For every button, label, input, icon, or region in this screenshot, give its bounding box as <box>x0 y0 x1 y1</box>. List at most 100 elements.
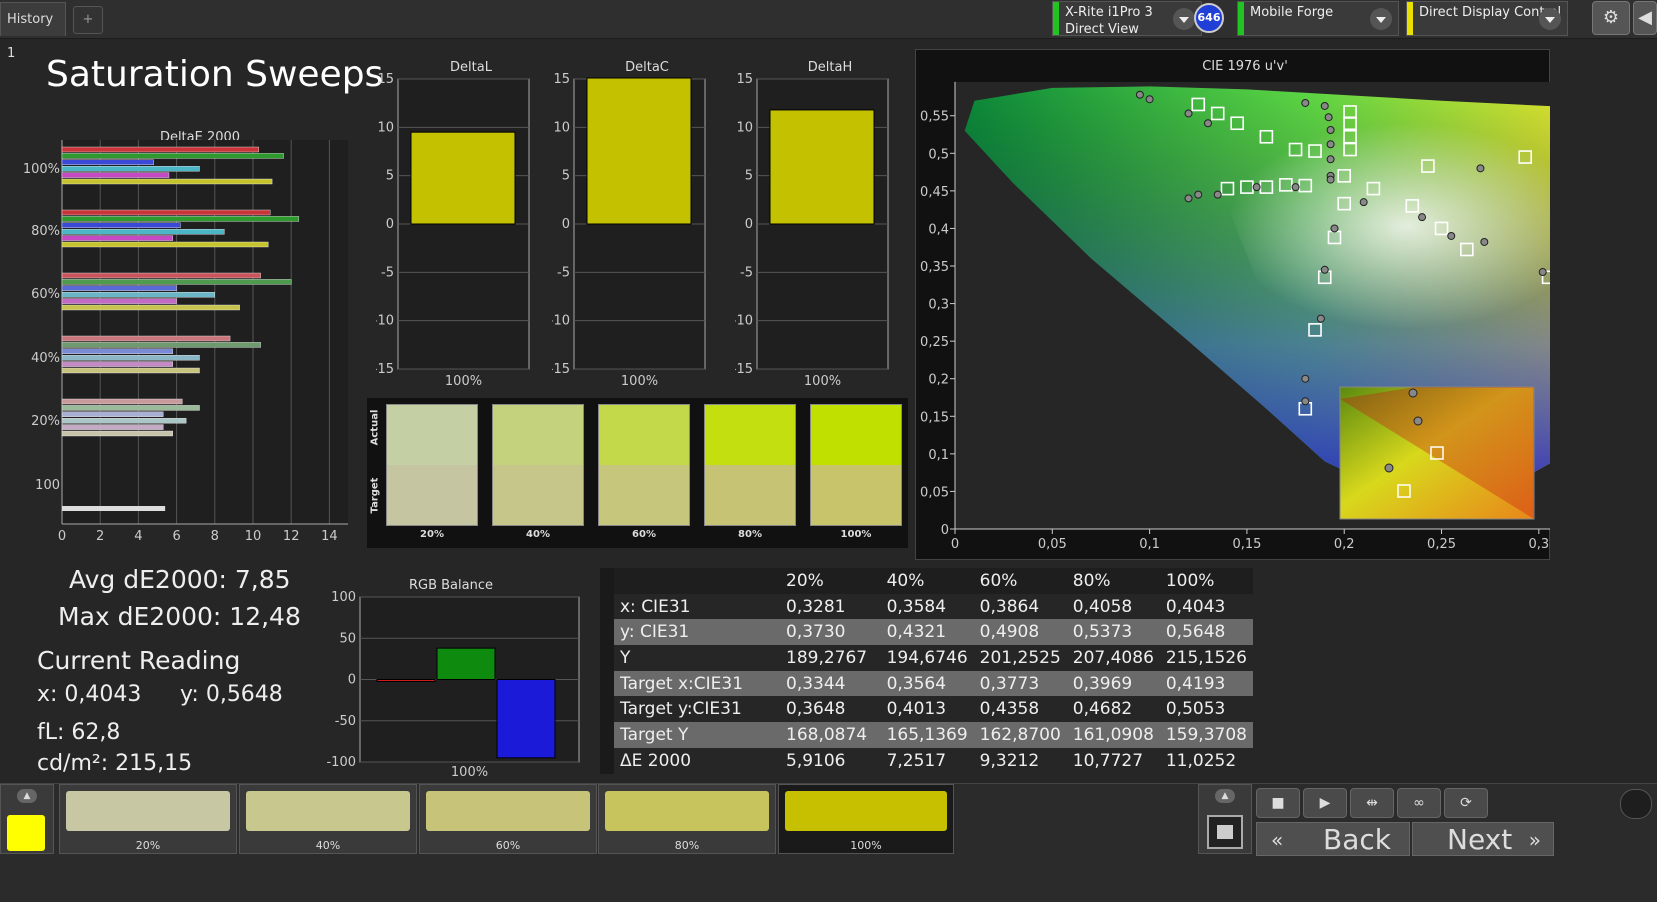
cie-chart: 0 0,05 0,1 0,15 0,2 0,25 0,3 0,35 0,4 0,45 0,5 0,55… <box>920 81 1550 552</box>
category-label: 100% <box>621 374 658 389</box>
x-tick-label: 0 <box>58 529 66 544</box>
patch-swatch[interactable]: 100% <box>778 784 954 854</box>
de-bar <box>61 209 271 216</box>
delta-bar <box>586 77 692 225</box>
table-cell: 194,6746 <box>880 645 974 671</box>
de-bar <box>61 272 261 279</box>
y-tick-label: 0 <box>348 673 356 688</box>
patch-label: 20% <box>135 839 161 852</box>
row-label: Target x:CIE31 <box>600 670 780 697</box>
y-tick-label: 0 <box>941 523 949 538</box>
table-cell: 7,2517 <box>880 747 974 774</box>
measured-point <box>1135 90 1144 99</box>
delta-bar <box>769 109 875 225</box>
y-tick-label: 5 <box>386 169 394 184</box>
loop-button[interactable]: ∞ <box>1397 788 1441 818</box>
profile-selector[interactable]: Mobile Forge <box>1237 1 1399 36</box>
table-cell: 168,0874 <box>780 722 881 748</box>
actual-label: Actual <box>369 409 381 446</box>
current-patch-panel: ▲ <box>0 784 54 854</box>
patch-color <box>66 791 230 831</box>
table-cell: 161,0908 <box>1066 722 1160 748</box>
y-tick-label: -10 <box>376 314 394 329</box>
table-cell: 5,9106 <box>780 747 881 774</box>
patch-color <box>785 791 947 831</box>
add-tab-button[interactable]: + <box>73 6 103 34</box>
profile-status-indicator <box>1238 2 1244 35</box>
step-button[interactable]: ⇹ <box>1350 788 1394 818</box>
next-label: Next <box>1447 823 1513 856</box>
luminance-cdm2: cd/m²: 215,15 <box>37 751 193 776</box>
display-control-selector[interactable]: Direct Display Control <box>1406 1 1568 36</box>
de-bar <box>61 430 173 437</box>
measured-point <box>1326 126 1335 135</box>
measured-point <box>1326 175 1335 184</box>
chevron-down-icon[interactable] <box>1173 8 1195 30</box>
x-tick-label: 2 <box>96 529 104 544</box>
table-cell: 0,4058 <box>1066 593 1160 620</box>
back-button[interactable]: « Back <box>1256 822 1410 856</box>
y-tick-label: 0 <box>386 217 394 232</box>
chevron-down-icon[interactable] <box>1370 8 1392 30</box>
patch-swatch[interactable]: 80% <box>598 784 776 854</box>
rgb-balance-chart: 100 50 0 -50 -100 100% <box>326 590 580 780</box>
table-cell: 0,3281 <box>780 593 881 620</box>
current-reading-label: Current Reading <box>37 646 241 675</box>
y-tick-label: 10 <box>736 120 753 135</box>
plus-icon: + <box>82 12 94 27</box>
table-cell: 162,8700 <box>973 722 1067 748</box>
table-row: Y 189,2767 194,6746 201,2525 207,4086 215,152… <box>600 645 1253 671</box>
target-color <box>705 465 795 525</box>
de-bar <box>61 172 170 178</box>
measured-point <box>1213 190 1222 199</box>
meter-selector[interactable]: X-Rite i1Pro 3 Direct View <box>1052 1 1202 37</box>
table-cell: 0,5373 <box>1066 619 1160 646</box>
refresh-icon: ⟳ <box>1460 795 1472 811</box>
y-tick-label: 0,25 <box>920 335 949 350</box>
record-indicator <box>1620 789 1652 819</box>
x-tick-label: 8 <box>211 529 219 544</box>
gear-icon: ⚙ <box>1602 7 1620 28</box>
comparison-swatch <box>598 404 690 526</box>
measured-point <box>1145 95 1154 104</box>
refresh-button[interactable]: ⟳ <box>1444 788 1488 818</box>
chevron-up-icon[interactable]: ▲ <box>17 789 37 803</box>
de-bar <box>61 424 164 430</box>
measured-point <box>1326 155 1335 164</box>
measured-point <box>1320 265 1329 274</box>
y-tick-label: -5 <box>740 265 753 280</box>
measured-point <box>1538 268 1547 277</box>
chevron-down-icon[interactable] <box>1539 8 1561 30</box>
current-y: y: 0,5648 <box>180 682 283 707</box>
x-tick-label: 0,3 <box>1528 537 1549 552</box>
play-button[interactable]: ▶ <box>1303 788 1347 818</box>
tab-history-1[interactable]: History 1 <box>0 2 66 61</box>
column-header: 100% <box>1159 568 1253 594</box>
table-row: Target Y 168,0874 165,1369 162,8700 161,0908… <box>600 722 1253 748</box>
settings-button[interactable]: ⚙ <box>1592 1 1630 35</box>
next-button[interactable]: Next » <box>1412 822 1554 856</box>
play-icon: ▶ <box>1319 795 1331 811</box>
y-tick-label: -15 <box>735 362 753 377</box>
comparison-swatch <box>492 404 584 526</box>
patch-swatch[interactable]: 40% <box>239 784 417 854</box>
stop-button[interactable]: ■ <box>1256 788 1300 818</box>
de-bar <box>61 291 216 298</box>
stop-measure-button[interactable] <box>1207 815 1243 849</box>
y-tick-label: -15 <box>376 362 394 377</box>
category-label: 100% <box>804 374 841 389</box>
patch-swatch[interactable]: 60% <box>419 784 597 854</box>
patch-swatch[interactable]: 20% <box>59 784 237 854</box>
table-cell: 0,3564 <box>880 670 974 697</box>
de-bar <box>61 159 154 165</box>
measured-point <box>1184 194 1193 203</box>
chevron-up-icon[interactable]: ▲ <box>1215 789 1235 803</box>
collapse-button[interactable]: ◀ <box>1633 1 1657 35</box>
target-color <box>387 465 477 525</box>
row-label: y: CIE31 <box>600 619 780 646</box>
actual-color <box>493 405 583 465</box>
de-bar <box>61 228 225 235</box>
de-bar <box>61 166 200 172</box>
de-bar <box>61 222 181 229</box>
comparison-swatch <box>704 404 796 526</box>
